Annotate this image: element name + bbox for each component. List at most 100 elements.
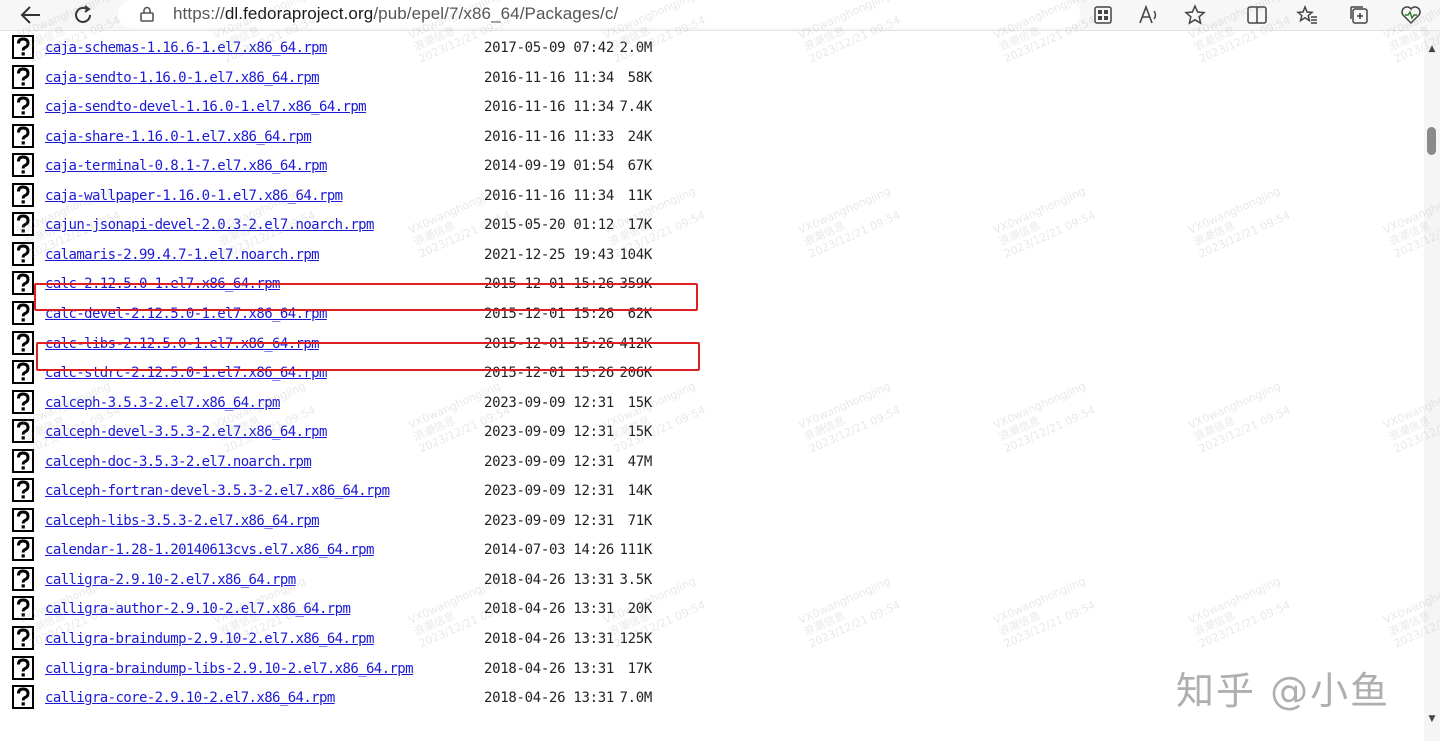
file-size: 17K	[627, 660, 653, 677]
back-icon[interactable]	[18, 2, 44, 28]
file-size: 15K	[627, 394, 653, 411]
file-link[interactable]: calligra-braindump-2.9.10-2.el7.x86_64.r…	[45, 631, 374, 647]
file-date: 2023-09-09 12:31	[484, 483, 615, 500]
file-date: 2018-04-26 13:31	[484, 690, 615, 707]
unknown-file-icon	[12, 626, 34, 650]
file-date: 2018-04-26 13:31	[484, 601, 615, 618]
file-size: 47M	[627, 453, 653, 470]
browser-toolbar: https://dl.fedoraproject.org/pub/epel/7/…	[0, 0, 1440, 31]
list-item: caja-wallpaper-1.16.0-1.el7.x86_64.rpm 20…	[0, 181, 1424, 210]
file-date: 2014-09-19 01:54	[484, 158, 615, 175]
list-item: calceph-fortran-devel-3.5.3-2.el7.x86_64…	[0, 476, 1424, 505]
file-link[interactable]: caja-terminal-0.8.1-7.el7.x86_64.rpm	[45, 158, 327, 174]
unknown-file-icon	[12, 596, 34, 621]
list-item: caja-schemas-1.16.6-1.el7.x86_64.rpm 2017…	[0, 33, 1424, 62]
zhihu-watermark: 知乎 @小鱼	[1176, 669, 1391, 713]
scroll-down-arrow-icon[interactable]: ▼	[1426, 713, 1438, 725]
unknown-file-icon	[12, 182, 34, 207]
file-link[interactable]: calceph-fortran-devel-3.5.3-2.el7.x86_64…	[45, 483, 390, 499]
file-size: 11K	[627, 187, 653, 204]
file-link[interactable]: calamaris-2.99.4.7-1.el7.noarch.rpm	[45, 247, 320, 263]
read-aloud-icon[interactable]	[1136, 2, 1162, 28]
file-size: 14K	[627, 483, 653, 500]
file-link[interactable]: calligra-author-2.9.10-2.el7.x86_64.rpm	[45, 601, 351, 617]
file-date: 2016-11-16 11:33	[484, 128, 615, 145]
collections-icon[interactable]	[1346, 2, 1372, 28]
unknown-file-icon	[12, 330, 34, 355]
file-date: 2018-04-26 13:31	[484, 631, 615, 647]
file-link[interactable]: calceph-libs-3.5.3-2.el7.x86_64.rpm	[45, 513, 320, 529]
file-link[interactable]: caja-share-1.16.0-1.el7.x86_64.rpm	[45, 129, 312, 145]
scrollbar-thumb[interactable]	[1427, 127, 1436, 155]
file-date: 2016-11-16 11:34	[484, 99, 615, 116]
favorite-star-icon[interactable]	[1182, 2, 1208, 28]
list-item: caja-sendto-devel-1.16.0-1.el7.x86_64.rp…	[0, 92, 1424, 121]
list-item: calceph-libs-3.5.3-2.el7.x86_64.rpm 2023-…	[0, 506, 1424, 535]
list-item: calligra-braindump-2.9.10-2.el7.x86_64.r…	[0, 624, 1424, 653]
unknown-file-icon	[12, 478, 34, 503]
list-item: calendar-1.28-1.20140613cvs.el7.x86_64.r…	[0, 535, 1424, 564]
scroll-up-arrow-icon[interactable]: ▲	[1426, 43, 1438, 55]
file-link[interactable]: calendar-1.28-1.20140613cvs.el7.x86_64.r…	[45, 542, 374, 558]
file-date: 2017-05-09 07:42	[484, 40, 615, 56]
file-link[interactable]: calceph-3.5.3-2.el7.x86_64.rpm	[45, 395, 280, 411]
file-date: 2018-04-26 13:31	[484, 571, 615, 588]
browser-essentials-icon[interactable]	[1398, 2, 1424, 28]
list-item: calamaris-2.99.4.7-1.el7.noarch.rpm 2021-…	[0, 240, 1424, 269]
file-date: 2016-11-16 11:34	[484, 187, 615, 204]
apps-icon[interactable]	[1090, 2, 1116, 28]
list-item: caja-terminal-0.8.1-7.el7.x86_64.rpm 2014…	[0, 151, 1424, 180]
file-size: 104K	[619, 246, 652, 263]
directory-listing: caja-open-terminal-1.16.0-1.el7.x86_64.r…	[0, 31, 1424, 741]
list-item: caja-sendto-1.16.0-1.el7.x86_64.rpm 2016-…	[0, 63, 1424, 92]
file-date: 2023-09-09 12:31	[484, 394, 615, 411]
unknown-file-icon	[12, 271, 34, 296]
unknown-file-icon	[12, 360, 34, 385]
unknown-file-icon	[12, 64, 34, 89]
file-link[interactable]: calligra-2.9.10-2.el7.x86_64.rpm	[45, 572, 296, 588]
file-size: 24K	[627, 128, 653, 145]
list-item: caja-share-1.16.0-1.el7.x86_64.rpm 2016-1…	[0, 122, 1424, 151]
file-size: 3.5K	[619, 571, 652, 588]
file-link[interactable]: caja-wallpaper-1.16.0-1.el7.x86_64.rpm	[45, 188, 343, 204]
vertical-scrollbar[interactable]: ▲ ▼	[1424, 31, 1440, 741]
file-link[interactable]: calligra-core-2.9.10-2.el7.x86_64.rpm	[45, 690, 335, 706]
unknown-file-icon	[12, 153, 34, 178]
file-size: 111K	[619, 542, 652, 559]
lock-icon[interactable]	[138, 5, 156, 23]
file-link[interactable]: cajun-jsonapi-devel-2.0.3-2.el7.noarch.r…	[45, 217, 374, 233]
reload-icon[interactable]	[70, 2, 96, 28]
file-size: 17K	[627, 217, 653, 234]
list-item: calligra-author-2.9.10-2.el7.x86_64.rpm 2…	[0, 594, 1424, 623]
file-size: 7.4K	[619, 99, 652, 116]
unknown-file-icon	[12, 685, 34, 710]
list-item: calceph-3.5.3-2.el7.x86_64.rpm 2023-09-09…	[0, 388, 1424, 417]
file-link[interactable]: caja-schemas-1.16.6-1.el7.x86_64.rpm	[45, 40, 327, 56]
file-size: 7.0M	[619, 690, 652, 707]
file-link[interactable]: calceph-doc-3.5.3-2.el7.noarch.rpm	[45, 454, 312, 470]
unknown-file-icon	[12, 655, 34, 680]
list-item: calligra-2.9.10-2.el7.x86_64.rpm 2018-04-…	[0, 565, 1424, 594]
file-size: 20K	[627, 601, 653, 618]
list-item: calceph-doc-3.5.3-2.el7.noarch.rpm 2023-0…	[0, 447, 1424, 476]
file-size: 67K	[627, 158, 653, 175]
unknown-file-icon	[12, 389, 34, 414]
unknown-file-icon	[12, 419, 34, 444]
file-date: 2015-05-20 01:12	[484, 217, 615, 234]
favorites-icon[interactable]	[1294, 2, 1320, 28]
unknown-file-icon	[12, 566, 34, 591]
file-size: 125K	[619, 631, 652, 647]
unknown-file-icon	[12, 123, 34, 148]
file-link[interactable]: caja-sendto-1.16.0-1.el7.x86_64.rpm	[45, 70, 320, 86]
file-date: 2023-09-09 12:31	[484, 453, 615, 470]
file-link[interactable]: calligra-braindump-libs-2.9.10-2.el7.x86…	[45, 661, 414, 677]
file-size: 2.0M	[619, 40, 652, 56]
unknown-file-icon	[12, 241, 34, 266]
address-bar[interactable]: https://dl.fedoraproject.org/pub/epel/7/…	[118, 0, 1080, 28]
url-text: https://dl.fedoraproject.org/pub/epel/7/…	[173, 4, 619, 23]
file-date: 2014-07-03 14:26	[484, 542, 615, 559]
list-item: calceph-devel-3.5.3-2.el7.x86_64.rpm 2023…	[0, 417, 1424, 446]
file-link[interactable]: caja-sendto-devel-1.16.0-1.el7.x86_64.rp…	[45, 99, 367, 115]
file-link[interactable]: calceph-devel-3.5.3-2.el7.x86_64.rpm	[45, 424, 327, 440]
split-screen-icon[interactable]	[1244, 2, 1270, 28]
